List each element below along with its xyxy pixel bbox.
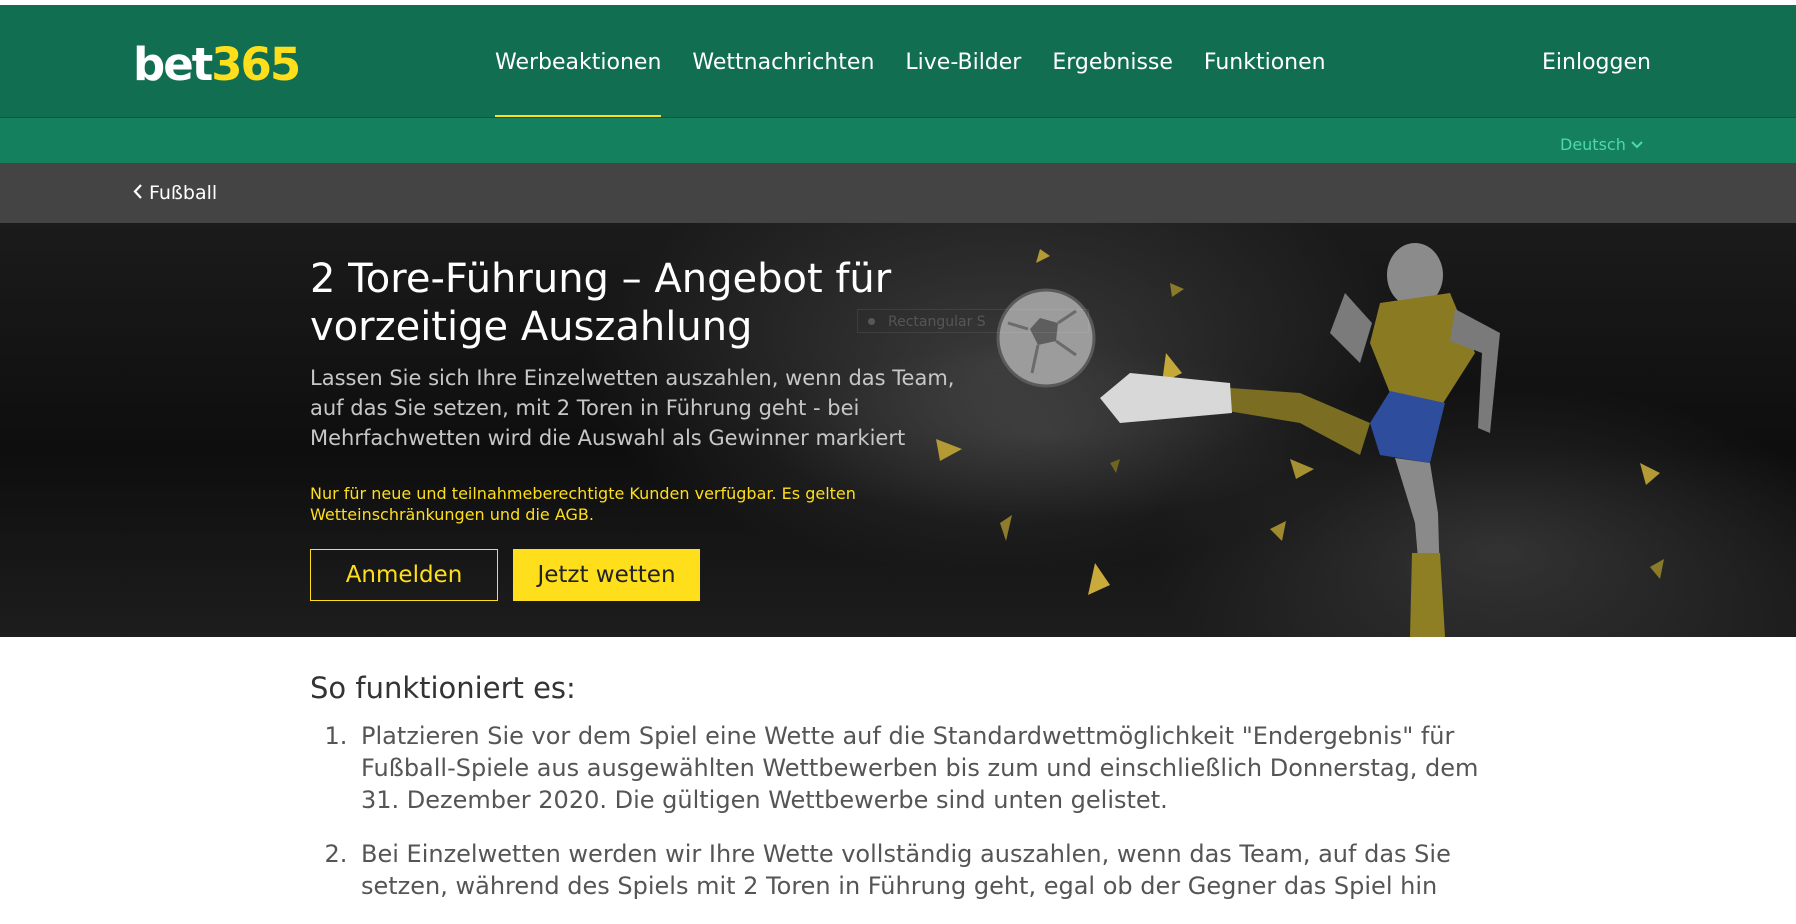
language-bar <box>0 118 1796 168</box>
nav-item-wettnachrichten[interactable]: Wettnachrichten <box>692 49 874 118</box>
bet365-logo[interactable]: bet365 <box>133 38 301 91</box>
language-label: Deutsch <box>1560 135 1626 154</box>
language-selector[interactable]: Deutsch <box>1560 135 1643 157</box>
register-button[interactable]: Anmelden <box>310 549 498 601</box>
breadcrumb-label: Fußball <box>149 182 218 204</box>
top-header: bet365 Werbeaktionen Wettnachrichten Liv… <box>0 0 1796 168</box>
breadcrumb-back-link[interactable]: Fußball <box>133 181 217 206</box>
bet-now-button[interactable]: Jetzt wetten <box>513 549 700 601</box>
chevron-down-icon <box>1631 136 1643 156</box>
list-item: Bei Einzelwetten werden wir Ihre Wette v… <box>355 838 1510 902</box>
nav-item-werbeaktionen[interactable]: Werbeaktionen <box>495 49 662 119</box>
eligibility-note: Nur für neue und teilnahmeberechtigte Ku… <box>310 484 856 524</box>
chevron-left-icon <box>133 182 143 206</box>
steps-list: Platzieren Sie vor dem Spiel eine Wette … <box>310 720 1510 902</box>
promo-hero-banner: Rectangular S 2 Tore-Führung – Angebot f… <box>0 223 1796 637</box>
promo-subtitle: Lassen Sie sich Ihre Einzelwetten auszah… <box>310 366 955 450</box>
nav-item-funktionen[interactable]: Funktionen <box>1204 49 1326 118</box>
how-it-works-section: So funktioniert es: Platzieren Sie vor d… <box>310 670 1510 924</box>
section-heading: So funktioniert es: <box>310 671 576 705</box>
main-nav: Werbeaktionen Wettnachrichten Live-Bilde… <box>495 49 1357 119</box>
logo-text-yellow: 365 <box>211 38 301 91</box>
promo-title: 2 Tore-Führung – Angebot für vorzeitige … <box>310 256 892 350</box>
list-item: Platzieren Sie vor dem Spiel eine Wette … <box>355 720 1510 816</box>
nav-item-live-bilder[interactable]: Live-Bilder <box>905 49 1021 118</box>
nav-item-ergebnisse[interactable]: Ergebnisse <box>1052 49 1173 118</box>
logo-text-white: bet <box>133 38 213 91</box>
login-link[interactable]: Einloggen <box>1542 49 1651 77</box>
breadcrumb: Fußball <box>0 163 1796 223</box>
